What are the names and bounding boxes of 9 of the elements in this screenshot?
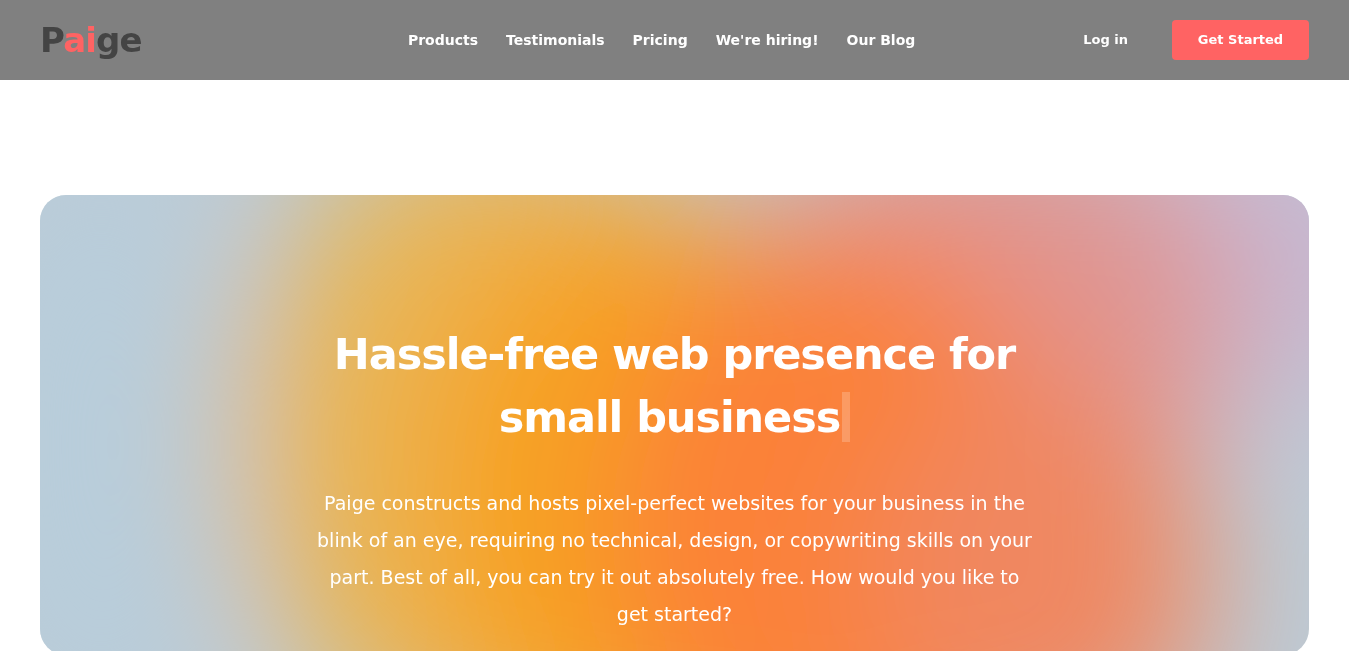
- nav-link[interactable]: We're hiring!: [715, 29, 819, 51]
- nav-link[interactable]: Testimonials: [506, 29, 605, 51]
- get-started-button[interactable]: Get Started: [1172, 20, 1309, 60]
- nav-link[interactable]: Our Blog: [846, 29, 916, 51]
- hero-description: Paige constructs and hosts pixel-perfect websites for your business in the blink of an eye, requiring no technical, design, or copywriting skills on your part. Best of all, you can try it out absolutely free. How would you like to get started?: [316, 491, 1033, 627]
- nav-link[interactable]: Pricing: [632, 29, 688, 51]
- login-link[interactable]: Log in: [1083, 30, 1128, 50]
- logo[interactable]: Paige: [40, 23, 180, 57]
- nav-link[interactable]: Products: [407, 29, 479, 51]
